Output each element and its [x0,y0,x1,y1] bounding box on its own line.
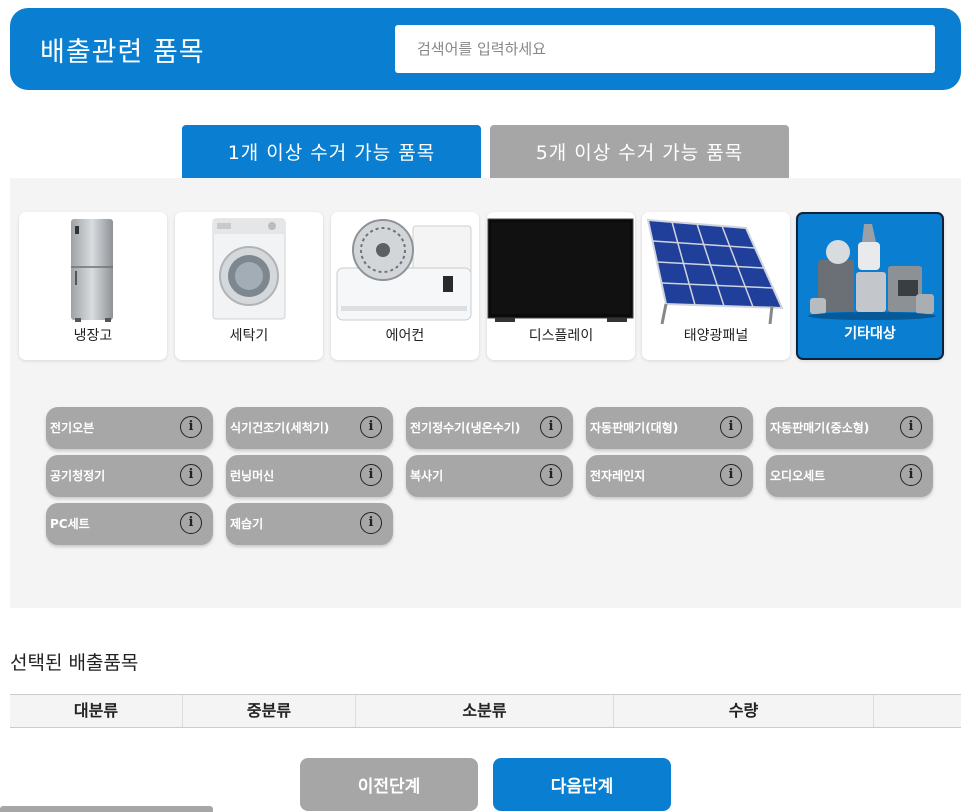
header-bar: 배출관련 품목 [10,8,961,90]
info-icon[interactable]: i [900,416,922,438]
category-card-air-conditioner[interactable]: 에어컨 [331,212,479,360]
item-chip[interactable]: 런닝머신 i [226,455,393,497]
info-icon[interactable]: i [180,512,202,534]
item-label: 전기정수기(냉온수기) [410,421,521,435]
category-label: 디스플레이 [528,328,594,344]
item-chip[interactable]: 전자레인지 i [586,455,753,497]
washing-machine-icon [212,218,286,320]
item-label: 식기건조기(세척기) [230,421,330,435]
prev-step-button[interactable]: 이전단계 [300,758,478,811]
info-icon[interactable]: i [540,464,562,486]
category-label: 냉장고 [73,328,113,344]
item-label: 자동판매기(중소형) [770,421,870,435]
info-icon[interactable]: i [360,512,382,534]
item-chip[interactable]: 전기정수기(냉온수기) i [406,407,573,449]
item-label: 오디오세트 [770,469,826,483]
info-icon[interactable]: i [180,416,202,438]
category-label: 세탁기 [229,328,269,344]
item-label: 공기청정기 [50,469,106,483]
selected-items-table-header: 대분류 중분류 소분류 수량 [10,694,961,728]
tab-five-or-more[interactable]: 5개 이상 수거 가능 품목 [490,125,789,178]
item-chip[interactable]: 자동판매기(대형) i [586,407,753,449]
info-icon[interactable]: i [900,464,922,486]
item-label: 런닝머신 [230,469,275,483]
item-label: 제습기 [230,517,264,531]
column-header-empty [874,695,961,727]
category-card-misc[interactable]: 기타대상 [796,212,944,360]
item-chip[interactable]: 오디오세트 i [766,455,933,497]
category-label: 기타대상 [844,326,896,342]
info-icon[interactable]: i [540,416,562,438]
info-icon[interactable]: i [720,464,742,486]
item-chip[interactable]: 복사기 i [406,455,573,497]
info-icon[interactable]: i [360,416,382,438]
info-icon[interactable]: i [360,464,382,486]
category-card-refrigerator[interactable]: 냉장고 [19,212,167,360]
item-label: 전자레인지 [590,469,646,483]
item-chip[interactable]: 전기오븐 i [46,407,213,449]
category-card-display[interactable]: 디스플레이 [487,212,635,360]
item-label: 전기오븐 [50,421,95,435]
category-card-washing-machine[interactable]: 세탁기 [175,212,323,360]
item-chip[interactable]: 식기건조기(세척기) i [226,407,393,449]
tab-one-or-more[interactable]: 1개 이상 수거 가능 품목 [182,125,481,178]
info-icon[interactable]: i [720,416,742,438]
display-icon [487,218,634,322]
column-header: 대분류 [10,695,183,727]
misc-appliances-icon [808,224,936,320]
item-label: PC세트 [50,517,90,531]
column-header: 수량 [614,695,874,727]
page-title: 배출관련 품목 [40,37,205,68]
air-conditioner-icon [336,219,472,321]
item-label: 복사기 [410,469,444,483]
item-chip[interactable]: 자동판매기(중소형) i [766,407,933,449]
category-label: 에어컨 [385,328,425,344]
column-header: 중분류 [183,695,356,727]
search-input[interactable] [395,25,935,73]
category-card-solar-panel[interactable]: 태양광패널 [642,212,790,360]
refrigerator-icon [71,219,113,322]
item-chip[interactable]: 제습기 i [226,503,393,545]
column-header: 소분류 [356,695,614,727]
item-label: 자동판매기(대형) [590,421,679,435]
info-icon[interactable]: i [180,464,202,486]
item-chip[interactable]: 공기청정기 i [46,455,213,497]
category-label: 태양광패널 [683,328,749,344]
selected-items-title: 선택된 배출품목 [10,652,139,674]
item-chip[interactable]: PC세트 i [46,503,213,545]
solar-panel-icon [646,218,784,325]
scroll-indicator [0,806,213,812]
next-step-button[interactable]: 다음단계 [493,758,671,811]
